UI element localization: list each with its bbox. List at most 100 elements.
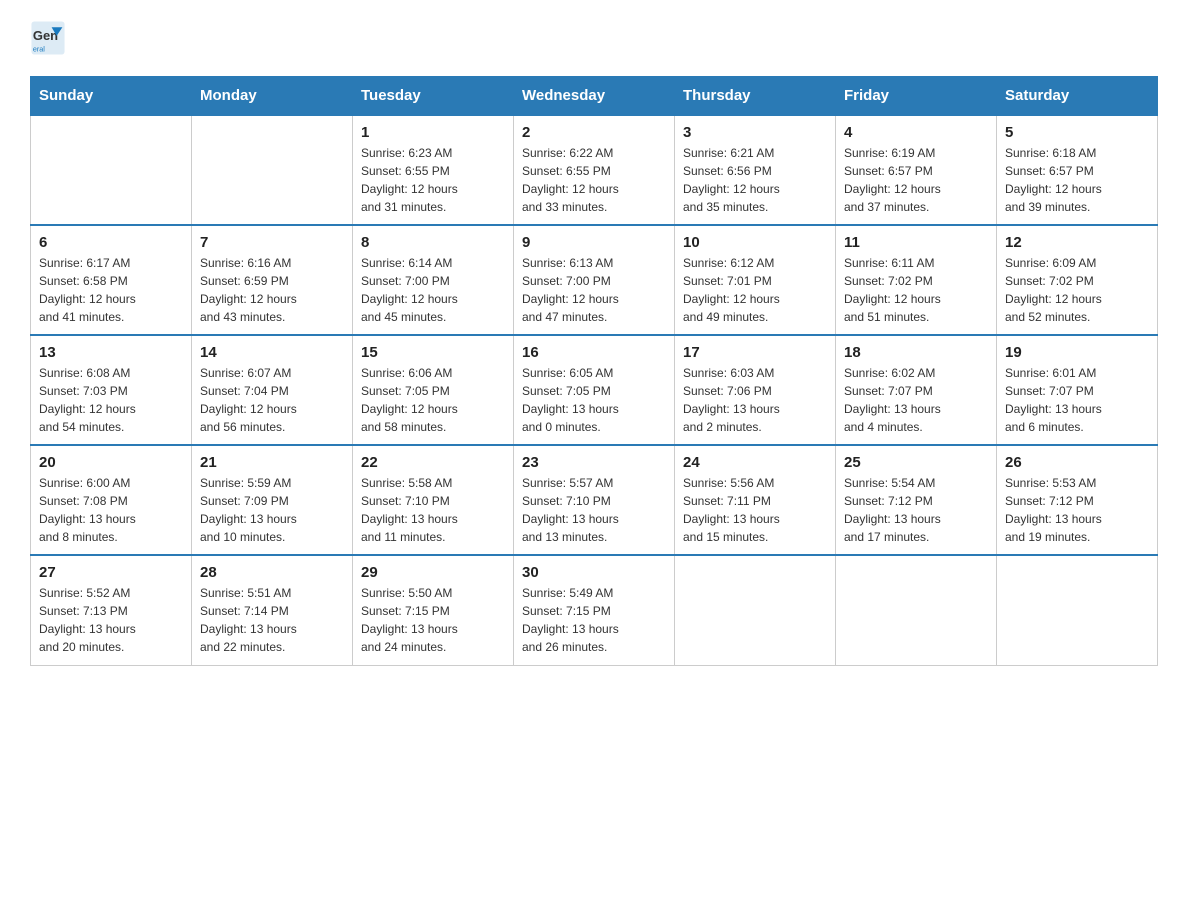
day-info: Sunrise: 6:06 AM Sunset: 7:05 PM Dayligh… [361, 364, 505, 436]
calendar-cell: 3 Sunrise: 6:21 AM Sunset: 6:56 PM Daylig… [675, 115, 836, 225]
calendar-cell: 20Sunrise: 6:00 AM Sunset: 7:08 PM Dayli… [31, 445, 192, 555]
calendar-cell: 26 Sunrise: 5:53 AM Sunset: 7:12 PM Dayli… [997, 445, 1158, 555]
week-row-4: 20Sunrise: 6:00 AM Sunset: 7:08 PM Dayli… [31, 445, 1158, 555]
header-sunday: Sunday [31, 77, 192, 116]
calendar-cell [31, 115, 192, 225]
calendar-cell: 18 Sunrise: 6:02 AM Sunset: 7:07 PM Dayli… [836, 335, 997, 445]
day-number: 7 [200, 234, 344, 251]
calendar-table: SundayMondayTuesdayWednesdayThursdayFrid… [30, 76, 1158, 666]
day-number: 9 [522, 234, 666, 251]
day-info: Sunrise: 5:58 AM Sunset: 7:10 PM Dayligh… [361, 474, 505, 546]
week-row-3: 13Sunrise: 6:08 AM Sunset: 7:03 PM Dayli… [31, 335, 1158, 445]
calendar-cell: 27 Sunrise: 5:52 AM Sunset: 7:13 PM Dayli… [31, 555, 192, 665]
logo-icon: Gen eral [30, 20, 66, 56]
calendar-cell: 17 Sunrise: 6:03 AM Sunset: 7:06 PM Dayli… [675, 335, 836, 445]
day-number: 11 [844, 234, 988, 251]
day-info: Sunrise: 6:12 AM Sunset: 7:01 PM Dayligh… [683, 254, 827, 326]
day-number: 8 [361, 234, 505, 251]
calendar-cell: 12 Sunrise: 6:09 AM Sunset: 7:02 PM Dayli… [997, 225, 1158, 335]
day-info: Sunrise: 5:51 AM Sunset: 7:14 PM Dayligh… [200, 584, 344, 656]
day-info: Sunrise: 5:57 AM Sunset: 7:10 PM Dayligh… [522, 474, 666, 546]
week-row-2: 6Sunrise: 6:17 AM Sunset: 6:58 PM Daylig… [31, 225, 1158, 335]
day-info: Sunrise: 6:05 AM Sunset: 7:05 PM Dayligh… [522, 364, 666, 436]
calendar-cell: 19 Sunrise: 6:01 AM Sunset: 7:07 PM Dayli… [997, 335, 1158, 445]
day-info: Sunrise: 5:50 AM Sunset: 7:15 PM Dayligh… [361, 584, 505, 656]
day-number: 5 [1005, 124, 1149, 141]
day-number: 27 [39, 564, 183, 581]
calendar-cell [836, 555, 997, 665]
day-info: Sunrise: 5:52 AM Sunset: 7:13 PM Dayligh… [39, 584, 183, 656]
header-tuesday: Tuesday [353, 77, 514, 116]
day-number: 16 [522, 344, 666, 361]
calendar-cell: 2 Sunrise: 6:22 AM Sunset: 6:55 PM Daylig… [514, 115, 675, 225]
day-info: Sunrise: 6:19 AM Sunset: 6:57 PM Dayligh… [844, 144, 988, 216]
day-number: 22 [361, 454, 505, 471]
calendar-cell: 16 Sunrise: 6:05 AM Sunset: 7:05 PM Dayli… [514, 335, 675, 445]
day-info: Sunrise: 6:22 AM Sunset: 6:55 PM Dayligh… [522, 144, 666, 216]
day-info: Sunrise: 6:02 AM Sunset: 7:07 PM Dayligh… [844, 364, 988, 436]
calendar-cell: 5 Sunrise: 6:18 AM Sunset: 6:57 PM Daylig… [997, 115, 1158, 225]
calendar-cell [997, 555, 1158, 665]
calendar-cell: 7Sunrise: 6:16 AM Sunset: 6:59 PM Daylig… [192, 225, 353, 335]
day-info: Sunrise: 5:56 AM Sunset: 7:11 PM Dayligh… [683, 474, 827, 546]
day-info: Sunrise: 5:53 AM Sunset: 7:12 PM Dayligh… [1005, 474, 1149, 546]
header-thursday: Thursday [675, 77, 836, 116]
logo: Gen eral [30, 20, 70, 56]
calendar-cell [675, 555, 836, 665]
day-info: Sunrise: 5:54 AM Sunset: 7:12 PM Dayligh… [844, 474, 988, 546]
calendar-cell: 10 Sunrise: 6:12 AM Sunset: 7:01 PM Dayli… [675, 225, 836, 335]
day-info: Sunrise: 6:08 AM Sunset: 7:03 PM Dayligh… [39, 364, 183, 436]
day-number: 17 [683, 344, 827, 361]
day-info: Sunrise: 6:13 AM Sunset: 7:00 PM Dayligh… [522, 254, 666, 326]
week-row-1: 1Sunrise: 6:23 AM Sunset: 6:55 PM Daylig… [31, 115, 1158, 225]
calendar-cell: 30Sunrise: 5:49 AM Sunset: 7:15 PM Dayli… [514, 555, 675, 665]
calendar-cell: 22 Sunrise: 5:58 AM Sunset: 7:10 PM Dayli… [353, 445, 514, 555]
day-info: Sunrise: 6:18 AM Sunset: 6:57 PM Dayligh… [1005, 144, 1149, 216]
calendar-cell: 8Sunrise: 6:14 AM Sunset: 7:00 PM Daylig… [353, 225, 514, 335]
calendar-cell: 13Sunrise: 6:08 AM Sunset: 7:03 PM Dayli… [31, 335, 192, 445]
week-row-5: 27 Sunrise: 5:52 AM Sunset: 7:13 PM Dayli… [31, 555, 1158, 665]
header-friday: Friday [836, 77, 997, 116]
calendar-cell [192, 115, 353, 225]
day-number: 19 [1005, 344, 1149, 361]
calendar-cell: 25 Sunrise: 5:54 AM Sunset: 7:12 PM Dayli… [836, 445, 997, 555]
day-info: Sunrise: 5:59 AM Sunset: 7:09 PM Dayligh… [200, 474, 344, 546]
calendar-cell: 15 Sunrise: 6:06 AM Sunset: 7:05 PM Dayli… [353, 335, 514, 445]
day-number: 15 [361, 344, 505, 361]
day-number: 29 [361, 564, 505, 581]
header-wednesday: Wednesday [514, 77, 675, 116]
calendar-cell: 6Sunrise: 6:17 AM Sunset: 6:58 PM Daylig… [31, 225, 192, 335]
day-number: 24 [683, 454, 827, 471]
day-number: 2 [522, 124, 666, 141]
day-number: 10 [683, 234, 827, 251]
calendar-cell: 23 Sunrise: 5:57 AM Sunset: 7:10 PM Dayli… [514, 445, 675, 555]
calendar-cell: 9 Sunrise: 6:13 AM Sunset: 7:00 PM Daylig… [514, 225, 675, 335]
header-saturday: Saturday [997, 77, 1158, 116]
day-number: 1 [361, 124, 505, 141]
calendar-cell: 14Sunrise: 6:07 AM Sunset: 7:04 PM Dayli… [192, 335, 353, 445]
day-number: 18 [844, 344, 988, 361]
header-monday: Monday [192, 77, 353, 116]
day-info: Sunrise: 6:21 AM Sunset: 6:56 PM Dayligh… [683, 144, 827, 216]
day-number: 26 [1005, 454, 1149, 471]
calendar-cell: 1Sunrise: 6:23 AM Sunset: 6:55 PM Daylig… [353, 115, 514, 225]
day-info: Sunrise: 6:09 AM Sunset: 7:02 PM Dayligh… [1005, 254, 1149, 326]
day-info: Sunrise: 6:01 AM Sunset: 7:07 PM Dayligh… [1005, 364, 1149, 436]
day-info: Sunrise: 6:11 AM Sunset: 7:02 PM Dayligh… [844, 254, 988, 326]
day-number: 30 [522, 564, 666, 581]
day-info: Sunrise: 6:00 AM Sunset: 7:08 PM Dayligh… [39, 474, 183, 546]
page-header: Gen eral [30, 20, 1158, 56]
day-number: 12 [1005, 234, 1149, 251]
calendar-cell: 21 Sunrise: 5:59 AM Sunset: 7:09 PM Dayli… [192, 445, 353, 555]
day-info: Sunrise: 6:07 AM Sunset: 7:04 PM Dayligh… [200, 364, 344, 436]
day-info: Sunrise: 6:03 AM Sunset: 7:06 PM Dayligh… [683, 364, 827, 436]
day-number: 6 [39, 234, 183, 251]
svg-text:eral: eral [33, 45, 45, 54]
day-number: 3 [683, 124, 827, 141]
header-row: SundayMondayTuesdayWednesdayThursdayFrid… [31, 77, 1158, 116]
calendar-cell: 11 Sunrise: 6:11 AM Sunset: 7:02 PM Dayli… [836, 225, 997, 335]
day-number: 25 [844, 454, 988, 471]
calendar-cell: 4Sunrise: 6:19 AM Sunset: 6:57 PM Daylig… [836, 115, 997, 225]
day-number: 23 [522, 454, 666, 471]
day-number: 21 [200, 454, 344, 471]
